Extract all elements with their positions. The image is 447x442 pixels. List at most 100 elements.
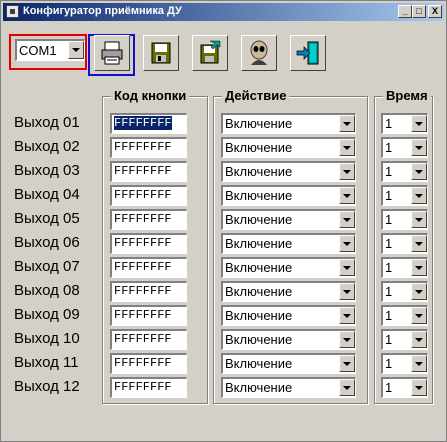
button-code-input[interactable]: FFFFFFFF [110,209,187,230]
time-select-value: 1 [385,212,393,227]
button-code-input[interactable]: FFFFFFFF [110,233,187,254]
button-code-value: FFFFFFFF [114,188,172,202]
chevron-down-icon[interactable] [339,235,355,252]
chevron-down-icon[interactable] [411,235,427,252]
button-code-input[interactable]: FFFFFFFF [110,377,187,398]
printer-icon [101,41,123,65]
button-code-value: FFFFFFFF [114,260,172,274]
button-code-input[interactable]: FFFFFFFF [110,353,187,374]
action-select[interactable]: Включение [221,113,356,134]
title-bar[interactable]: Конфигуратор приёмника ДУ _ □ X [3,3,444,21]
time-select-value: 1 [385,380,393,395]
time-select[interactable]: 1 [381,281,428,302]
time-header: Время [383,88,431,103]
chevron-down-icon[interactable] [339,283,355,300]
chevron-down-icon[interactable] [411,379,427,396]
port-select[interactable]: COM1 [15,39,85,61]
chevron-down-icon[interactable] [339,163,355,180]
time-select[interactable]: 1 [381,377,428,398]
save-as-icon [200,40,221,64]
time-select[interactable]: 1 [381,233,428,254]
chevron-down-icon[interactable] [339,259,355,276]
button-code-value: FFFFFFFF [114,140,172,154]
time-select[interactable]: 1 [381,137,428,158]
action-select[interactable]: Включение [221,377,356,398]
chevron-down-icon[interactable] [411,355,427,372]
output-label: Выход 06 [14,234,80,251]
button-code-input[interactable]: FFFFFFFF [110,113,187,134]
action-select[interactable]: Включение [221,185,356,206]
exit-button[interactable] [290,35,326,71]
chevron-down-icon[interactable] [411,259,427,276]
button-code-value: FFFFFFFF [113,115,173,131]
chevron-down-icon[interactable] [68,41,84,59]
action-select[interactable]: Включение [221,209,356,230]
chevron-down-icon[interactable] [339,355,355,372]
chevron-down-icon[interactable] [411,211,427,228]
save-as-button[interactable] [192,35,228,71]
time-select[interactable]: 1 [381,185,428,206]
save-button[interactable] [143,35,179,71]
action-select[interactable]: Включение [221,305,356,326]
button-code-input[interactable]: FFFFFFFF [110,161,187,182]
time-select[interactable]: 1 [381,113,428,134]
button-code-value: FFFFFFFF [114,236,172,250]
action-select[interactable]: Включение [221,233,356,254]
time-select[interactable]: 1 [381,209,428,230]
button-code-input[interactable]: FFFFFFFF [110,257,187,278]
exit-door-icon [296,41,319,65]
time-select[interactable]: 1 [381,161,428,182]
action-header: Действие [222,88,290,103]
time-select-value: 1 [385,356,393,371]
button-code-input[interactable]: FFFFFFFF [110,305,187,326]
close-button[interactable]: X [428,5,442,18]
chevron-down-icon[interactable] [339,139,355,156]
action-select[interactable]: Включение [221,161,356,182]
chevron-down-icon[interactable] [339,115,355,132]
alien-button[interactable] [241,35,277,71]
chevron-down-icon[interactable] [411,307,427,324]
output-label: Выход 12 [14,378,80,395]
action-select-value: Включение [225,260,293,275]
chevron-down-icon[interactable] [411,331,427,348]
print-button[interactable] [94,35,130,71]
time-select[interactable]: 1 [381,257,428,278]
maximize-button[interactable]: □ [412,5,426,18]
action-select[interactable]: Включение [221,257,356,278]
window-title: Конфигуратор приёмника ДУ [23,5,182,17]
main-window: Конфигуратор приёмника ДУ _ □ X COM1 Код… [0,0,447,442]
chevron-down-icon[interactable] [411,163,427,180]
chevron-down-icon[interactable] [339,211,355,228]
action-select[interactable]: Включение [221,137,356,158]
time-select[interactable]: 1 [381,353,428,374]
chevron-down-icon[interactable] [411,187,427,204]
time-select-value: 1 [385,188,393,203]
action-select-value: Включение [225,380,293,395]
button-code-input[interactable]: FFFFFFFF [110,137,187,158]
action-select-value: Включение [225,164,293,179]
action-select[interactable]: Включение [221,281,356,302]
app-icon [6,5,19,18]
time-select-value: 1 [385,116,393,131]
action-select-value: Включение [225,140,293,155]
action-select[interactable]: Включение [221,329,356,350]
action-select-value: Включение [225,188,293,203]
time-select[interactable]: 1 [381,305,428,326]
action-select[interactable]: Включение [221,353,356,374]
minimize-button[interactable]: _ [398,5,412,18]
chevron-down-icon[interactable] [411,139,427,156]
button-code-input[interactable]: FFFFFFFF [110,185,187,206]
chevron-down-icon[interactable] [339,379,355,396]
button-code-input[interactable]: FFFFFFFF [110,329,187,350]
button-code-value: FFFFFFFF [114,164,172,178]
chevron-down-icon[interactable] [339,307,355,324]
button-code-value: FFFFFFFF [114,332,172,346]
time-select[interactable]: 1 [381,329,428,350]
chevron-down-icon[interactable] [411,115,427,132]
chevron-down-icon[interactable] [339,331,355,348]
output-label: Выход 02 [14,138,80,155]
chevron-down-icon[interactable] [411,283,427,300]
button-code-input[interactable]: FFFFFFFF [110,281,187,302]
action-select-value: Включение [225,236,293,251]
chevron-down-icon[interactable] [339,187,355,204]
